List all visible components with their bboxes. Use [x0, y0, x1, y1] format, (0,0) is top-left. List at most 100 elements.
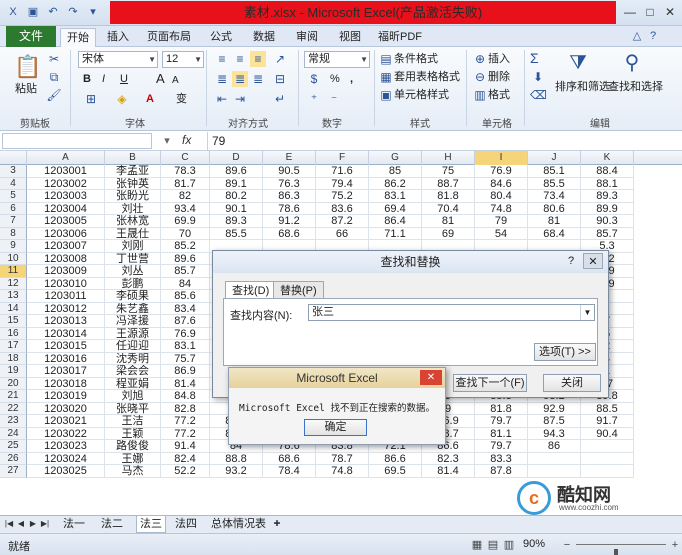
cell[interactable]: 77.2 — [161, 415, 210, 428]
cell[interactable]: 88.8 — [210, 452, 263, 465]
cell[interactable]: 79 — [475, 215, 528, 228]
cell[interactable]: 1203004 — [27, 202, 105, 215]
cell[interactable]: 82 — [161, 190, 210, 203]
cell[interactable]: 86.9 — [161, 365, 210, 378]
ok-button[interactable]: 确定 — [304, 419, 367, 436]
cell[interactable]: 69.4 — [369, 202, 422, 215]
grow-font-button[interactable]: A — [156, 71, 165, 87]
undo-icon[interactable]: ↶ — [46, 5, 60, 19]
cell[interactable]: 1203022 — [27, 427, 105, 440]
cell[interactable]: 91.7 — [581, 415, 634, 428]
cell[interactable]: 王颖 — [105, 427, 161, 440]
cell[interactable]: 81.4 — [161, 377, 210, 390]
cell[interactable]: 朱艺鑫 — [105, 302, 161, 315]
cell[interactable]: 1203018 — [27, 377, 105, 390]
cell[interactable]: 彭鹏 — [105, 277, 161, 290]
cell[interactable]: 1203005 — [27, 215, 105, 228]
zoom-slider[interactable] — [576, 544, 666, 555]
column-header[interactable]: B — [105, 151, 161, 165]
row-header[interactable]: 7 — [0, 215, 27, 228]
column-header[interactable]: I — [475, 151, 528, 165]
cell[interactable]: 80.2 — [210, 190, 263, 203]
cell[interactable]: 89.6 — [210, 165, 263, 178]
cell[interactable]: 王晟仕 — [105, 227, 161, 240]
cell-styles-icon[interactable]: ▣ — [378, 87, 394, 103]
tab-formulas[interactable]: 公式 — [203, 28, 239, 47]
cell[interactable]: 89.9 — [581, 202, 634, 215]
cell[interactable]: 1203025 — [27, 465, 105, 478]
paste-icon[interactable]: 📋 — [14, 53, 41, 81]
cell[interactable]: 88.4 — [581, 165, 634, 178]
row-header[interactable]: 19 — [0, 365, 27, 378]
format-as-table-button[interactable]: 套用表格格式 — [394, 69, 460, 85]
align-middle-icon[interactable]: ≡ — [232, 51, 248, 67]
cell[interactable] — [528, 452, 581, 465]
cell[interactable]: 76.3 — [263, 177, 316, 190]
chevron-down-icon[interactable]: ▾ — [160, 134, 174, 148]
sheet-tab[interactable]: 法二 — [98, 516, 126, 533]
format-cells-button[interactable]: 格式 — [488, 87, 510, 103]
cell[interactable]: 81.8 — [422, 190, 475, 203]
normal-view-icon[interactable]: ▦ — [470, 538, 484, 552]
cell[interactable] — [581, 465, 634, 478]
row-header[interactable]: 5 — [0, 190, 27, 203]
redo-icon[interactable]: ↷ — [66, 5, 80, 19]
cell[interactable]: 1203008 — [27, 252, 105, 265]
cell[interactable]: 梁会会 — [105, 365, 161, 378]
cell[interactable]: 75.2 — [316, 190, 369, 203]
cell[interactable]: 71.1 — [369, 227, 422, 240]
cell[interactable]: 刘壮 — [105, 202, 161, 215]
insert-sheet-icon[interactable]: ✚ — [272, 518, 282, 530]
cell[interactable]: 70.4 — [422, 202, 475, 215]
cell[interactable]: 1203023 — [27, 440, 105, 453]
tab-foxit-pdf[interactable]: 福昕PDF — [374, 28, 426, 47]
align-center-icon[interactable]: ≣ — [232, 71, 248, 87]
cell[interactable]: 1203010 — [27, 277, 105, 290]
conditional-format-button[interactable]: 条件格式 — [394, 51, 438, 67]
tab-review[interactable]: 审阅 — [289, 28, 325, 47]
row-header[interactable]: 25 — [0, 440, 27, 453]
close-button[interactable]: 关闭 — [543, 374, 601, 392]
align-left-icon[interactable]: ≣ — [214, 71, 230, 87]
cell[interactable]: 77.2 — [161, 427, 210, 440]
cell[interactable]: 73.4 — [528, 190, 581, 203]
cell[interactable]: 69.9 — [161, 215, 210, 228]
column-header[interactable]: H — [422, 151, 475, 165]
column-header[interactable]: A — [27, 151, 105, 165]
cell[interactable]: 78.6 — [263, 202, 316, 215]
cell[interactable]: 69.5 — [369, 465, 422, 478]
row-header[interactable]: 26 — [0, 452, 27, 465]
cell[interactable]: 88.7 — [422, 177, 475, 190]
find-what-input[interactable]: 张三 ▼ — [308, 304, 595, 321]
tab-data[interactable]: 数据 — [246, 28, 282, 47]
row-header[interactable]: 23 — [0, 415, 27, 428]
customize-icon[interactable]: ▾ — [86, 5, 100, 19]
cell[interactable]: 李硕果 — [105, 290, 161, 303]
cell[interactable]: 79.7 — [475, 440, 528, 453]
tab-insert[interactable]: 插入 — [100, 28, 136, 47]
cell[interactable] — [528, 465, 581, 478]
italic-button[interactable]: I — [102, 71, 105, 87]
decrease-indent-icon[interactable]: ⇤ — [214, 91, 230, 107]
minimize-icon[interactable]: — — [620, 3, 640, 21]
cell[interactable]: 93.4 — [161, 202, 210, 215]
cell[interactable]: 87.6 — [161, 315, 210, 328]
cell[interactable]: 81.7 — [161, 177, 210, 190]
cell[interactable]: 81 — [422, 215, 475, 228]
insert-cells-button[interactable]: 插入 — [488, 51, 510, 67]
cell[interactable]: 1203009 — [27, 265, 105, 278]
cell[interactable]: 78.3 — [161, 165, 210, 178]
cell[interactable]: 王娜 — [105, 452, 161, 465]
cell-styles-button[interactable]: 单元格样式 — [394, 87, 449, 103]
cell[interactable]: 83.3 — [475, 452, 528, 465]
row-header[interactable]: 12 — [0, 277, 27, 290]
underline-button[interactable]: U — [120, 71, 128, 87]
cell[interactable]: 84 — [161, 277, 210, 290]
column-header[interactable]: J — [528, 151, 581, 165]
help-icon[interactable]: ? — [561, 253, 581, 269]
increase-decimal-icon[interactable]: ⁺ — [306, 91, 322, 107]
cell[interactable]: 82.8 — [161, 402, 210, 415]
cell[interactable]: 88.5 — [581, 402, 634, 415]
cell[interactable]: 刘旭 — [105, 390, 161, 403]
cell[interactable]: 1203006 — [27, 227, 105, 240]
